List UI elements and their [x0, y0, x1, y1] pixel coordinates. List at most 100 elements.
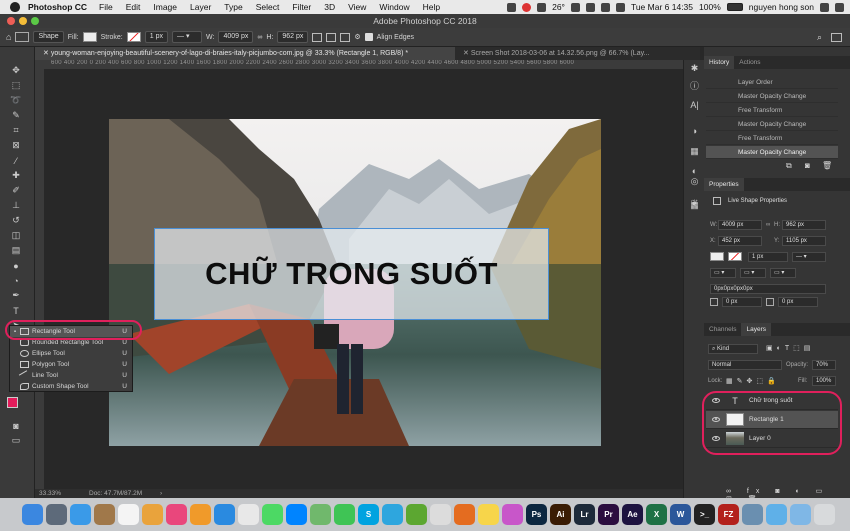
flower-dock-icon[interactable]: [502, 504, 523, 525]
minimize-window-icon[interactable]: [19, 17, 27, 25]
corner-radius-field[interactable]: 0 px: [778, 297, 818, 307]
link-icon[interactable]: ∞: [766, 222, 770, 228]
search-icon[interactable]: ⌕: [817, 32, 822, 43]
lightroom-dock-icon[interactable]: Lr: [574, 504, 595, 525]
crop-tool-icon[interactable]: ⌗: [10, 125, 22, 136]
flag-icon[interactable]: [615, 2, 625, 12]
close-tab-icon[interactable]: ✕: [463, 50, 471, 57]
skype-dock-icon[interactable]: S: [358, 504, 379, 525]
blur-tool-icon[interactable]: ●: [10, 260, 22, 271]
folder-dock-icon[interactable]: [766, 504, 787, 525]
props-stroke-width[interactable]: 1 px: [748, 252, 788, 262]
lock-icons[interactable]: ▦✎✥⬚🔒: [726, 377, 780, 385]
clock[interactable]: Tue Mar 6 14:35: [631, 2, 693, 12]
document-tab[interactable]: ✕ Screen Shot 2018-03-06 at 14.32.56.png…: [455, 47, 700, 60]
maps-dock-icon[interactable]: [310, 504, 331, 525]
menu-window[interactable]: Window: [379, 2, 409, 12]
new-doc-from-state-icon[interactable]: ⧉: [786, 161, 792, 171]
mode-dropdown[interactable]: Shape: [33, 31, 64, 43]
close-window-icon[interactable]: [7, 17, 15, 25]
ibooks-dock-icon[interactable]: [190, 504, 211, 525]
menu-file[interactable]: File: [99, 2, 113, 12]
props-align-dropdown[interactable]: ▭ ▾: [710, 268, 736, 278]
firefox-dock-icon[interactable]: [454, 504, 475, 525]
props-corners-dropdown[interactable]: ▭ ▾: [770, 268, 796, 278]
premiere-dock-icon[interactable]: Pr: [598, 504, 619, 525]
transparent-rectangle-layer[interactable]: CHỮ TRONG SUỐT: [154, 228, 549, 320]
history-item[interactable]: Layer Order: [706, 76, 838, 89]
bluetooth-icon[interactable]: [570, 2, 580, 12]
path-align-icon[interactable]: [326, 32, 337, 42]
chrome-app-dock-icon[interactable]: [238, 504, 259, 525]
link-icon[interactable]: ∞: [257, 34, 262, 41]
adjustments-panel-icon[interactable]: ◎: [689, 176, 700, 187]
shape-width-field[interactable]: 4009 px: [718, 220, 762, 230]
props-caps-dropdown[interactable]: ▭ ▾: [740, 268, 766, 278]
eraser-tool-icon[interactable]: ◫: [10, 230, 22, 241]
swatches-panel-icon[interactable]: ▦: [689, 146, 700, 157]
word-dock-icon[interactable]: W: [670, 504, 691, 525]
photos-dock-icon[interactable]: [142, 504, 163, 525]
history-brush-icon[interactable]: ↺: [10, 215, 22, 226]
h-field[interactable]: 962 px: [277, 31, 309, 43]
stroke-type-dropdown[interactable]: — ▾: [172, 31, 202, 43]
calendar-dock-icon[interactable]: [118, 504, 139, 525]
history-item[interactable]: Free Transform: [706, 104, 838, 117]
healing-brush-icon[interactable]: ✚: [10, 170, 22, 181]
screen-mode-icon[interactable]: ▭: [10, 435, 22, 446]
dodge-tool-icon[interactable]: ◔: [10, 275, 22, 286]
menu-select[interactable]: Select: [256, 2, 280, 12]
app-menu[interactable]: Photoshop CC: [28, 2, 87, 12]
shape-x-field[interactable]: 452 px: [718, 236, 762, 246]
menu-filter[interactable]: Filter: [292, 2, 311, 12]
terminal-dock-icon[interactable]: >_: [694, 504, 715, 525]
finder-dock-icon[interactable]: [22, 504, 43, 525]
history-item[interactable]: Master Opacity Change: [706, 146, 838, 159]
doc-size[interactable]: Doc: 47.7M/87.2M: [89, 489, 142, 498]
marquee-tool-icon[interactable]: ⬚: [10, 80, 22, 91]
status-arrow-icon[interactable]: ›: [160, 489, 162, 498]
downloads-dock-icon[interactable]: [790, 504, 811, 525]
tab-layers[interactable]: Layers: [741, 323, 771, 336]
stroke-swatch[interactable]: [126, 32, 141, 42]
shape-y-field[interactable]: 1105 px: [782, 236, 826, 246]
photoshop-dock-icon[interactable]: Ps: [526, 504, 547, 525]
launchpad-dock-icon[interactable]: [46, 504, 67, 525]
layer-filter-icons[interactable]: ▣◐T⬚▤: [766, 344, 814, 352]
props-fill-swatch[interactable]: [710, 252, 724, 261]
tab-actions[interactable]: Actions: [734, 56, 765, 69]
notification-center-icon[interactable]: [835, 2, 844, 12]
gear-icon[interactable]: ⚙: [354, 33, 360, 41]
fill-field[interactable]: 100%: [812, 376, 836, 386]
layer-filter-dropdown[interactable]: ⌕ Kind: [708, 344, 758, 354]
menu-edit[interactable]: Edit: [126, 2, 141, 12]
contacts-dock-icon[interactable]: [94, 504, 115, 525]
tab-properties[interactable]: Properties: [704, 178, 744, 191]
menu-image[interactable]: Image: [153, 2, 177, 12]
aftereffects-dock-icon[interactable]: Ae: [622, 504, 643, 525]
user-name[interactable]: nguyen hong son: [749, 2, 814, 12]
trash-dock-icon[interactable]: [814, 504, 835, 525]
move-tool-icon[interactable]: ✥: [10, 65, 22, 76]
info-panel-icon[interactable]: ⓘ: [689, 81, 700, 92]
snapshot-icon[interactable]: ◙: [805, 161, 810, 170]
safari-dock-icon[interactable]: [70, 504, 91, 525]
flyout-item-line[interactable]: Line Tool U: [10, 370, 132, 381]
tab-channels[interactable]: Channels: [704, 323, 741, 336]
menu-help[interactable]: Help: [423, 2, 440, 12]
fill-swatch[interactable]: [82, 32, 97, 42]
history-panel-icon[interactable]: ✱: [689, 63, 700, 74]
illustrator-dock-icon[interactable]: Ai: [550, 504, 571, 525]
excel-dock-icon[interactable]: X: [646, 504, 667, 525]
notification-icon[interactable]: [522, 2, 532, 12]
document-tab[interactable]: ✕ young-woman-enjoying-beautiful-scenery…: [35, 47, 455, 60]
corner-radius-summary[interactable]: 0px0px0px0px: [710, 284, 826, 294]
frame-tool-icon[interactable]: ⊠: [10, 140, 22, 151]
color-panel-icon[interactable]: ◑: [689, 126, 700, 137]
dropbox-icon[interactable]: [507, 2, 517, 12]
align-edges-checkbox[interactable]: [364, 33, 373, 41]
brush-tool-icon[interactable]: ✐: [10, 185, 22, 196]
home-icon[interactable]: ⌂: [6, 32, 11, 42]
eyedropper-tool-icon[interactable]: ⁄: [10, 155, 22, 166]
evernote-dock-icon[interactable]: [406, 504, 427, 525]
